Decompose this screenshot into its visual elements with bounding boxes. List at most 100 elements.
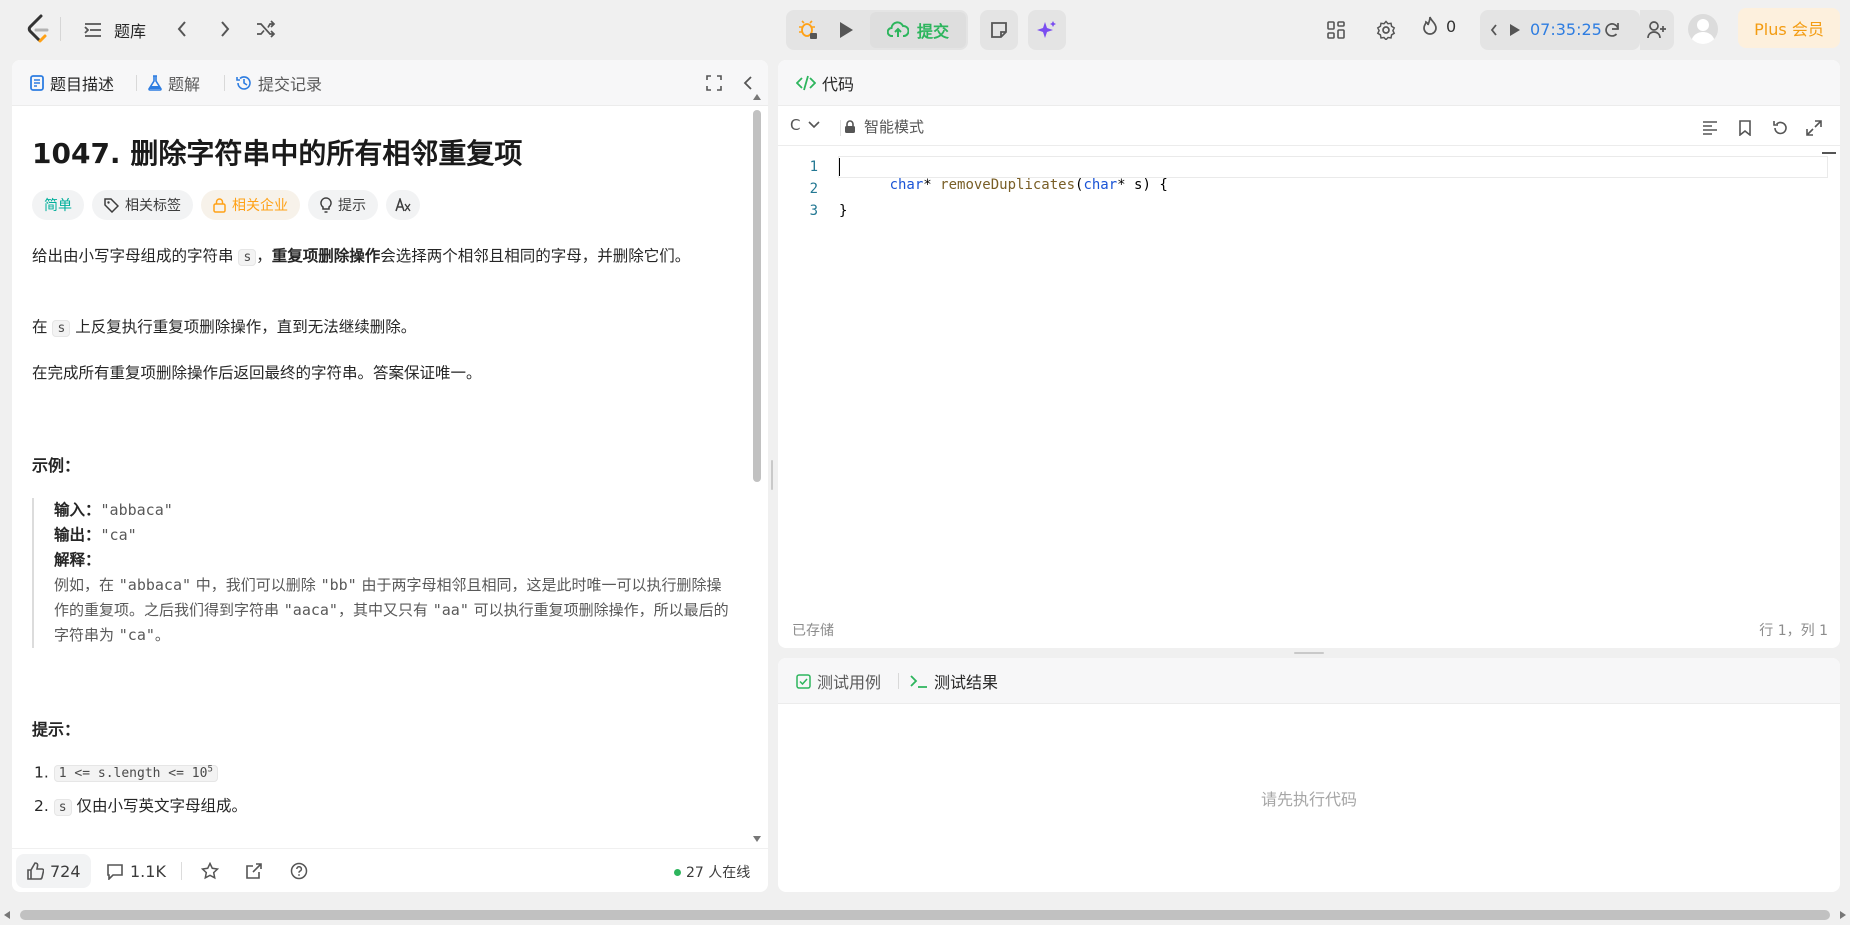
- minimap-indicator: [1822, 152, 1836, 154]
- vertical-splitter[interactable]: [770, 460, 774, 490]
- text-span: 中，我们可以删除: [191, 576, 321, 594]
- inline-code: s: [53, 799, 72, 816]
- run-button[interactable]: [830, 12, 862, 48]
- notes-button[interactable]: [983, 12, 1015, 48]
- line-number: 1: [809, 159, 818, 175]
- code-icon: [796, 75, 816, 91]
- question-icon: [290, 862, 308, 880]
- streak-counter[interactable]: 0: [1422, 16, 1456, 36]
- next-problem-button[interactable]: [213, 11, 237, 47]
- expand-editor-button[interactable]: [1802, 110, 1826, 146]
- undo-icon: [1772, 120, 1788, 136]
- problem-tabs: [12, 60, 768, 106]
- ai-assistant-button[interactable]: [1031, 12, 1063, 48]
- quoted-string: "aa": [432, 601, 469, 619]
- quoted-string: "abbaca": [118, 576, 192, 594]
- text-span: 仅由小写英文字母组成。: [71, 797, 247, 815]
- horizontal-splitter[interactable]: [1294, 650, 1324, 656]
- layout-grid-icon: [1327, 21, 1345, 39]
- example-heading: 示例：: [32, 456, 81, 475]
- related-companies-button[interactable]: 相关企业: [201, 190, 300, 220]
- leetcode-logo[interactable]: [26, 13, 50, 45]
- quoted-string: "ca": [118, 626, 155, 644]
- format-button[interactable]: [1698, 110, 1722, 146]
- thumbs-up-icon: [26, 862, 44, 880]
- page-horizontal-scrollbar[interactable]: [0, 906, 1850, 923]
- problem-list-label: 题库: [114, 22, 147, 41]
- like-button[interactable]: 724: [16, 854, 91, 888]
- checkbox-icon: [796, 673, 811, 689]
- difficulty-label: 简单: [44, 198, 72, 214]
- timer-play-button[interactable]: [1506, 12, 1524, 48]
- inline-code: s: [238, 249, 257, 266]
- description-paragraph-3: 在完成所有重复项删除操作后返回最终的字符串。答案保证唯一。: [32, 364, 482, 382]
- bookmark-button[interactable]: [1733, 110, 1757, 146]
- tab-description[interactable]: 题目描述: [24, 60, 120, 106]
- code-tabs: [778, 60, 1840, 106]
- superscript: 5: [207, 765, 213, 775]
- timer-reset-button[interactable]: [1600, 12, 1624, 48]
- prev-problem-button[interactable]: [170, 11, 194, 47]
- code-editor[interactable]: 1 2 3 char* removeDuplicates(char* s) { …: [778, 146, 1840, 606]
- debug-button[interactable]: [792, 12, 824, 48]
- text-span: 例如，在: [54, 576, 119, 594]
- input-value: "abbaca": [100, 501, 173, 519]
- invite-button[interactable]: [1642, 12, 1672, 48]
- expand-icon: [1806, 120, 1822, 136]
- problem-list-button[interactable]: 题库: [84, 14, 146, 46]
- timer-collapse-button[interactable]: [1484, 12, 1504, 48]
- flask-icon: [148, 75, 162, 91]
- example-explanation: 例如，在 "abbaca" 中，我们可以删除 "bb" 由于两字母相邻且相同，这…: [54, 573, 729, 648]
- scrollbar-thumb[interactable]: [753, 110, 761, 482]
- description-paragraph-2: 在 s 上反复执行重复项删除操作，直到无法继续删除。: [32, 314, 416, 342]
- constraint-1: 1. 1 <= s.length <= 105: [34, 757, 218, 787]
- line-number: 2: [809, 181, 818, 197]
- language-select[interactable]: C: [790, 116, 821, 134]
- avatar[interactable]: [1688, 14, 1718, 44]
- inline-code: 1 <= s.length <= 105: [53, 765, 218, 783]
- chevron-left-icon: [743, 75, 753, 91]
- smart-mode-label: 智能模式: [864, 118, 925, 136]
- tab-testresults[interactable]: 测试结果: [904, 658, 1004, 704]
- favorite-button[interactable]: [198, 853, 222, 889]
- tab-submissions[interactable]: 提交记录: [230, 60, 328, 106]
- random-problem-button[interactable]: [253, 11, 279, 47]
- online-dot-icon: [674, 868, 681, 876]
- layout-button[interactable]: [1322, 12, 1350, 48]
- text-span: ，: [256, 247, 272, 265]
- list-icon: [84, 22, 102, 38]
- translate-button[interactable]: [386, 190, 420, 220]
- plus-label: Plus 会员: [1754, 20, 1824, 39]
- submit-button[interactable]: 提交: [870, 12, 966, 48]
- terminal-icon: [910, 674, 928, 688]
- help-button[interactable]: [287, 853, 311, 889]
- sparkle-icon: [1037, 20, 1057, 40]
- reset-code-button[interactable]: [1768, 110, 1792, 146]
- scrollbar-thumb[interactable]: [20, 910, 1830, 920]
- related-tags-label: 相关标签: [125, 198, 181, 214]
- text-cursor: [839, 158, 840, 176]
- settings-button[interactable]: [1372, 12, 1400, 48]
- align-left-icon: [1702, 121, 1718, 135]
- description-scrollbar[interactable]: [752, 94, 762, 842]
- plus-membership-button[interactable]: Plus 会员: [1738, 8, 1840, 48]
- tab-testcases[interactable]: 测试用例: [790, 658, 887, 704]
- lock-icon: [213, 197, 226, 213]
- comments-button[interactable]: 1.1K: [106, 854, 166, 888]
- description-paragraph-1: 给出由小写字母组成的字符串 s ，重复项删除操作会选择两个相邻且相同的字母，并删除…: [32, 243, 742, 271]
- timer-display[interactable]: 07:35:25: [1530, 20, 1602, 39]
- fullscreen-button[interactable]: [702, 65, 726, 101]
- bookmark-icon: [1738, 120, 1752, 136]
- hint-button[interactable]: 提示: [308, 190, 378, 220]
- streak-count: 0: [1446, 16, 1457, 36]
- share-button[interactable]: [242, 853, 266, 889]
- tab-solutions[interactable]: 题解: [142, 60, 206, 106]
- related-tags-button[interactable]: 相关标签: [92, 190, 193, 220]
- chevron-left-icon: [1489, 23, 1499, 37]
- chevron-right-icon: [219, 20, 231, 38]
- code-line-3: }: [839, 203, 848, 219]
- tab-code[interactable]: 代码: [790, 60, 860, 106]
- keyword: char: [889, 177, 924, 193]
- smart-mode-toggle[interactable]: 智能模式: [844, 116, 924, 137]
- external-link-icon: [245, 862, 263, 880]
